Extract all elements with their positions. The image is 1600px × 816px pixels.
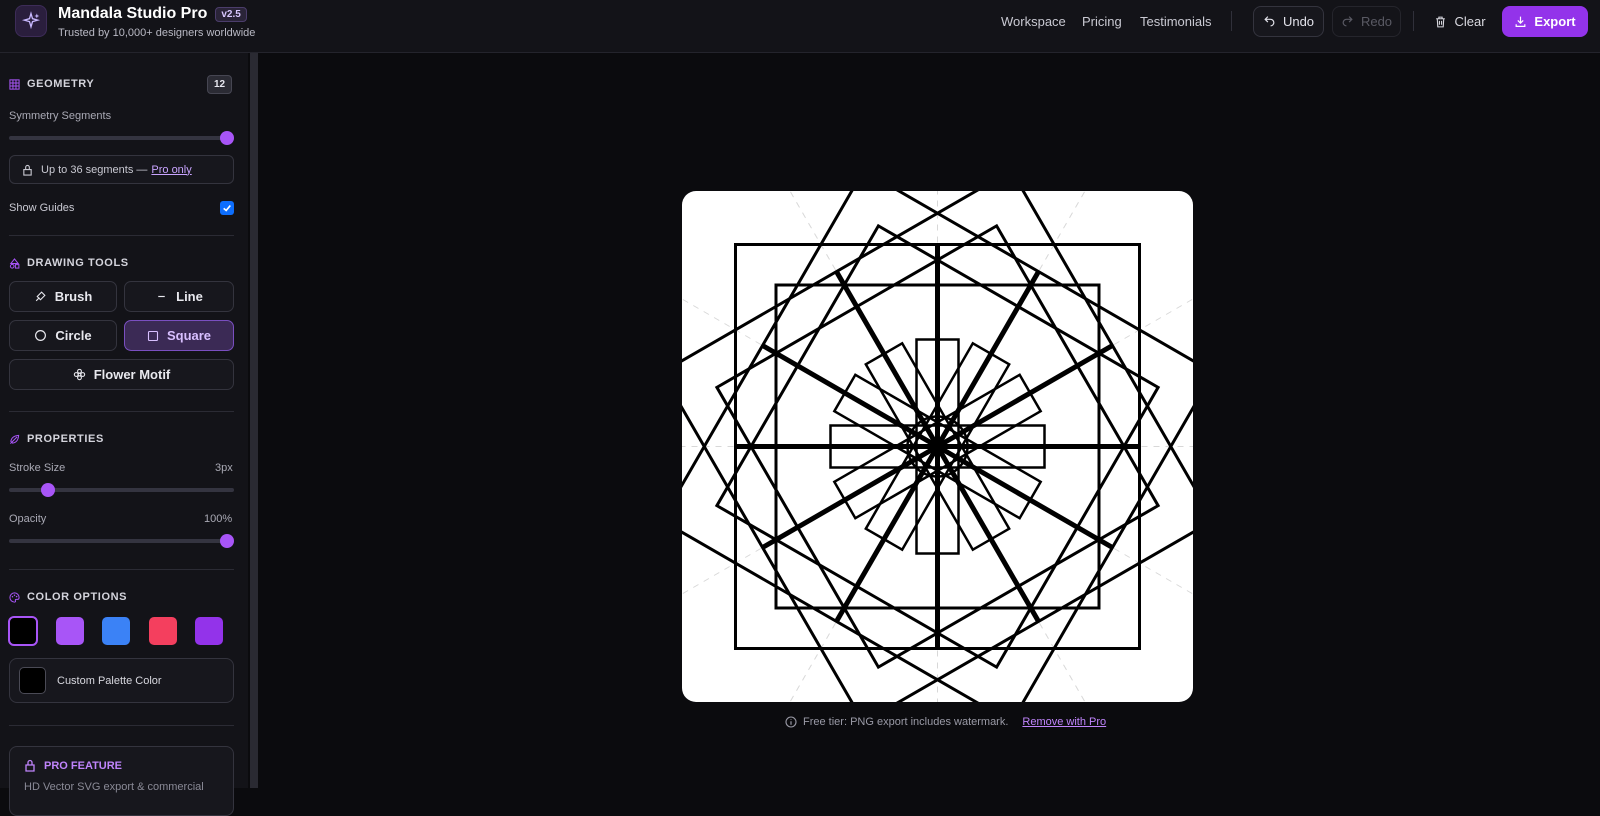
- sidebar-scrollbar[interactable]: [250, 53, 258, 788]
- app-subtitle: Trusted by 10,000+ designers worldwide: [58, 27, 256, 39]
- nav-testimonials[interactable]: Testimonials: [1140, 14, 1212, 29]
- guides-label: Show Guides: [9, 202, 75, 214]
- undo-label: Undo: [1282, 14, 1315, 29]
- lock-icon: [25, 759, 35, 772]
- symmetry-label: Symmetry Segments: [9, 110, 112, 122]
- section-divider: [9, 569, 234, 570]
- properties-title-text: PROPERTIES: [27, 433, 104, 445]
- custom-color-swatch[interactable]: [19, 667, 46, 694]
- color-swatch-5[interactable]: [195, 617, 223, 645]
- feather-icon: [10, 434, 20, 444]
- opacity-slider[interactable]: [9, 534, 234, 548]
- section-divider: [9, 411, 234, 412]
- app-title: Mandala Studio Pro: [58, 5, 208, 22]
- watermark-note-text: Free tier: PNG export includes watermark…: [803, 716, 1009, 728]
- properties-section-title: PROPERTIES: [9, 433, 104, 445]
- brush-tool-button[interactable]: Brush: [9, 281, 117, 312]
- check-icon: [223, 204, 231, 212]
- export-button[interactable]: Export: [1502, 6, 1588, 37]
- flower-label: Flower Motif: [93, 367, 171, 382]
- brush-icon: [35, 291, 46, 302]
- section-divider: [9, 235, 234, 236]
- square-label: Square: [166, 328, 212, 343]
- palette-icon: [9, 591, 20, 603]
- redo-label: Redo: [1360, 14, 1393, 29]
- pro-lock-notice: Up to 36 segments — Pro only: [9, 155, 234, 184]
- watermark-notice: Free tier: PNG export includes watermark…: [785, 716, 1106, 728]
- geometry-title-text: GEOMETRY: [27, 78, 95, 90]
- trash-icon: [1436, 16, 1446, 27]
- shapes-icon: [9, 257, 20, 269]
- show-guides-checkbox[interactable]: [220, 201, 234, 215]
- clear-label: Clear: [1454, 14, 1486, 29]
- redo-button[interactable]: Redo: [1332, 6, 1401, 37]
- circle-label: Circle: [55, 328, 92, 343]
- sparkle-icon: [21, 11, 41, 30]
- clear-button[interactable]: Clear: [1430, 6, 1490, 37]
- drawing-canvas[interactable]: [682, 191, 1193, 702]
- lock-text: Up to 36 segments —: [41, 163, 148, 176]
- color-options-section-title: COLOR OPTIONS: [9, 591, 127, 603]
- custom-color-label: Custom Palette Color: [57, 674, 162, 687]
- circle-tool-button[interactable]: Circle: [9, 320, 117, 351]
- download-icon: [1515, 16, 1526, 27]
- header-separator: [1231, 11, 1232, 31]
- redo-icon: [1342, 16, 1353, 27]
- brush-label: Brush: [54, 289, 93, 304]
- app-header: Mandala Studio Pro v2.5 Trusted by 10,00…: [0, 0, 1600, 53]
- section-divider: [9, 725, 234, 726]
- drawing-tools-title-text: DRAWING TOOLS: [27, 257, 129, 269]
- color-options-title-text: COLOR OPTIONS: [27, 591, 128, 603]
- opacity-label: Opacity: [9, 513, 47, 525]
- line-icon: [158, 295, 165, 298]
- custom-color-picker[interactable]: Custom Palette Color: [9, 658, 234, 703]
- version-badge: v2.5: [215, 6, 247, 22]
- opacity-slider-thumb[interactable]: [220, 534, 234, 548]
- undo-button[interactable]: Undo: [1253, 6, 1324, 37]
- color-swatch-1[interactable]: [8, 616, 38, 646]
- undo-icon: [1264, 16, 1275, 27]
- symmetry-slider[interactable]: [9, 131, 234, 145]
- grid-icon: [9, 78, 20, 90]
- lock-icon: [23, 164, 32, 176]
- line-tool-button[interactable]: Line: [124, 281, 234, 312]
- nav-pricing[interactable]: Pricing: [1082, 14, 1122, 29]
- segment-count-badge: 12: [207, 75, 232, 94]
- stroke-size-slider-thumb[interactable]: [40, 483, 55, 497]
- square-icon: [147, 330, 159, 341]
- nav-workspace[interactable]: Workspace: [1001, 14, 1066, 29]
- square-tool-button[interactable]: Square: [124, 320, 234, 351]
- color-swatch-3[interactable]: [102, 617, 130, 645]
- drawing-tools-section-title: DRAWING TOOLS: [9, 257, 129, 269]
- stroke-size-slider[interactable]: [9, 483, 234, 497]
- logo: [15, 5, 47, 37]
- pro-feature-card: PRO FEATURE HD Vector SVG export & comme…: [9, 746, 234, 816]
- info-icon: [785, 716, 797, 728]
- pro-feature-description: HD Vector SVG export & commercial: [24, 781, 204, 793]
- symmetry-slider-thumb[interactable]: [220, 131, 234, 145]
- color-swatch-2[interactable]: [55, 617, 84, 645]
- flower-icon: [73, 368, 85, 381]
- pro-feature-title: PRO FEATURE: [44, 759, 123, 772]
- flower-motif-button[interactable]: Flower Motif: [9, 359, 234, 390]
- circle-icon: [35, 330, 47, 341]
- color-swatch-4[interactable]: [148, 617, 177, 645]
- line-label: Line: [176, 289, 203, 304]
- geometry-section-title: GEOMETRY: [9, 78, 94, 90]
- header-separator-2: [1413, 11, 1414, 31]
- mandala-artwork[interactable]: [682, 191, 1193, 702]
- export-label: Export: [1534, 14, 1576, 29]
- stroke-size-label: Stroke Size: [9, 462, 66, 474]
- pro-only-link[interactable]: Pro only: [151, 164, 191, 176]
- remove-with-pro-link[interactable]: Remove with Pro: [1022, 716, 1106, 728]
